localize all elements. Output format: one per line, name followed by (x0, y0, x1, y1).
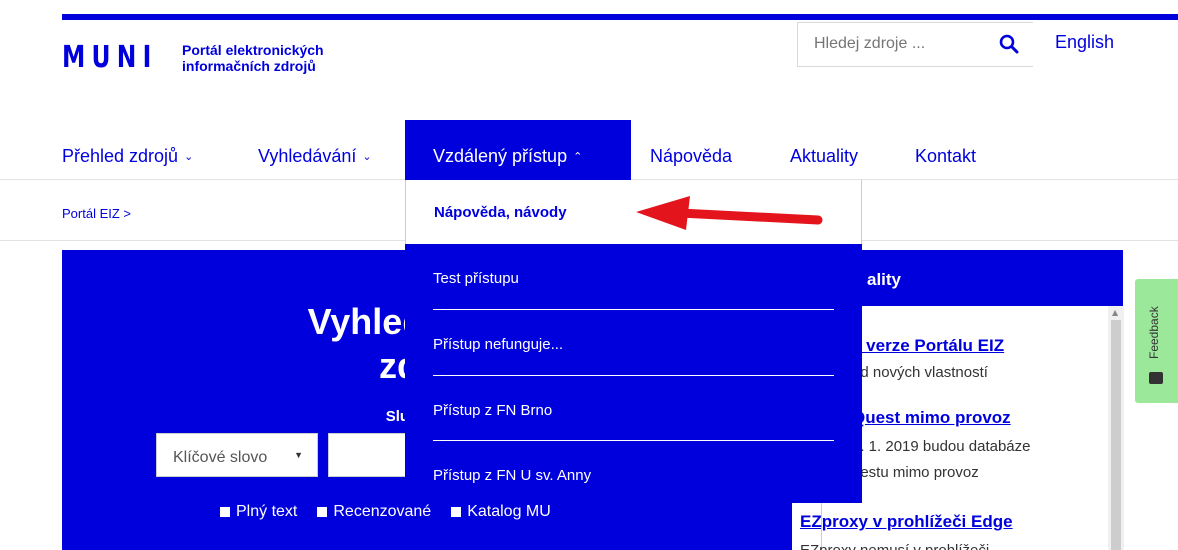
news-panel: ality á verze Portálu EIZ ed nových vlas… (800, 250, 1124, 550)
checkbox-label: Plný text (236, 503, 298, 520)
checkbox-icon (220, 507, 230, 517)
filter-checkboxes: Plný text Recenzované Katalog MU (220, 503, 551, 521)
nav-item-label: Nápověda (650, 146, 733, 166)
news-item-text: EZproxy nemusí v prohlížeči (800, 540, 989, 550)
nav-item-napoveda[interactable]: Nápověda (650, 120, 732, 180)
feedback-tab[interactable]: Feedback (1135, 279, 1178, 403)
nav-item-aktuality[interactable]: Aktuality (790, 120, 858, 180)
logo-subtitle: Portál elektronických informačních zdroj… (182, 42, 324, 74)
scroll-up-icon[interactable]: ▲ (1112, 308, 1118, 317)
caret-down-icon: ▼ (294, 450, 303, 460)
logo[interactable]: MUNI Portál elektronických informačních … (62, 40, 324, 75)
dropdown-item-label: Nápověda, návody (434, 204, 567, 221)
news-item-title[interactable]: Quest mimo provoz (852, 408, 1011, 428)
search-input[interactable] (814, 35, 974, 53)
feedback-label: Feedback (1147, 306, 1161, 359)
nav-item-label: Přehled zdrojů (62, 146, 179, 166)
checkbox-catalog[interactable]: Katalog MU (451, 503, 551, 521)
nav-item-label: Vyhledávání (258, 146, 357, 166)
search-box (797, 22, 1033, 67)
nav-item-kontakt[interactable]: Kontakt (915, 120, 976, 180)
nav-item-label: Vzdálený přístup (433, 146, 568, 166)
main-nav: Přehled zdrojů ⌄ Vyhledávání ⌄ Vzdálený př… (0, 120, 1178, 180)
dropdown-item-help[interactable]: Nápověda, návody (405, 180, 862, 244)
news-item-text: ed nových vlastností (852, 364, 988, 381)
news-item-title[interactable]: EZproxy v prohlížeči Edge (800, 512, 1013, 532)
search-type-value: Klíčové slovo (173, 449, 268, 466)
logo-mark: MUNI (62, 40, 158, 75)
news-scrollbar[interactable]: ▲ (1108, 306, 1124, 550)
news-item-title[interactable]: á verze Portálu EIZ (852, 336, 1004, 356)
scrollbar-thumb[interactable] (1111, 320, 1121, 550)
checkbox-label: Katalog MU (467, 503, 551, 520)
checkbox-icon (451, 507, 462, 517)
dropdown-item-fn-anny[interactable]: Přístup z FN U sv. Anny (433, 467, 591, 484)
chevron-down-icon: ⌄ (362, 151, 372, 163)
checkbox-full-text[interactable]: Plný text (220, 503, 297, 521)
feedback-icon (1149, 372, 1163, 384)
dropdown-item-fn-brno[interactable]: Přístup z FN Brno (433, 402, 552, 419)
dropdown-item-access-broken[interactable]: Přístup nefunguje... (433, 336, 563, 353)
dropdown-divider (433, 375, 834, 376)
checkbox-label: Recenzované (333, 503, 432, 520)
news-list: á verze Portálu EIZ ed nových vlastností… (800, 306, 1124, 550)
logo-subtitle-line2: informačních zdrojů (182, 57, 316, 74)
nav-item-vzdaleny-pristup[interactable]: Vzdálený přístup ⌃ (405, 120, 631, 180)
chevron-down-icon: ⌄ (184, 151, 194, 163)
dropdown-divider (433, 309, 834, 310)
news-item-text: 0. 1. 2019 budou databáze (852, 438, 1031, 455)
logo-subtitle-line1: Portál elektronických (182, 41, 324, 58)
checkbox-icon (317, 507, 328, 517)
news-heading: ality (821, 250, 1123, 306)
dropdown-item-test-access[interactable]: Test přístupu (433, 270, 519, 287)
top-brand-bar (62, 14, 1178, 20)
dropdown-divider (433, 440, 834, 441)
nav-item-prehled[interactable]: Přehled zdrojů ⌄ (62, 120, 193, 180)
search-type-select[interactable]: Klíčové slovo ▼ (156, 433, 318, 477)
news-item-text: uestu mimo provoz (852, 464, 979, 481)
nav-item-vyhledavani[interactable]: Vyhledávání ⌄ (258, 120, 372, 180)
nav-item-label: Kontakt (915, 146, 977, 166)
checkbox-peer-reviewed[interactable]: Recenzované (317, 503, 431, 521)
remote-access-dropdown: Nápověda, návody Test přístupu Přístup n… (405, 180, 862, 503)
breadcrumb[interactable]: Portál EIZ > (62, 206, 131, 221)
nav-item-label: Aktuality (790, 146, 859, 166)
language-switch-link[interactable]: English (1055, 32, 1114, 53)
search-icon[interactable] (999, 34, 1019, 54)
